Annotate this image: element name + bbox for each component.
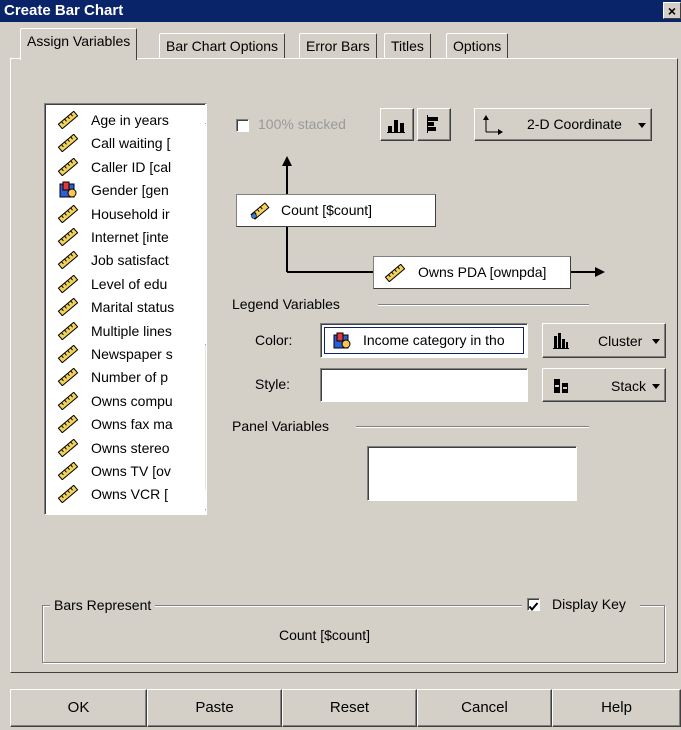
- ruler-icon: [57, 204, 79, 223]
- horizontal-bars-button[interactable]: [417, 108, 451, 141]
- vertical-bars-icon: [387, 120, 405, 133]
- display-key-label: Display Key: [552, 596, 626, 612]
- coordinate-dropdown[interactable]: 2-D Coordinate: [474, 108, 652, 141]
- ruler-icon: [57, 111, 79, 129]
- ruler-icon: [57, 391, 79, 410]
- ruler-icon: [57, 485, 79, 504]
- display-key-area: Display Key: [522, 595, 640, 615]
- ruler-icon: [57, 438, 79, 457]
- axes-icon: [483, 115, 503, 135]
- chevron-down-icon: [652, 339, 660, 344]
- checkmark-icon: [528, 602, 539, 612]
- help-button[interactable]: Help: [552, 689, 681, 727]
- chevron-down-icon: [652, 384, 660, 389]
- variable-item-label: Owns compu: [91, 392, 173, 409]
- tab-bar-chart-options[interactable]: Bar Chart Options: [159, 33, 286, 60]
- color-variable-value: Income category in tho: [363, 332, 505, 348]
- ruler-icon: [57, 368, 79, 387]
- ruler-icon: [384, 264, 406, 282]
- title-bar: Create Bar Chart ×: [0, 0, 681, 22]
- bars-represent-label: Bars Represent: [50, 597, 156, 613]
- nominal-icon: [333, 332, 351, 349]
- window-title: Create Bar Chart: [4, 2, 124, 19]
- variable-item-label: Caller ID [cal: [91, 158, 172, 175]
- variable-item-label: Owns fax ma: [91, 416, 173, 433]
- horizontal-bars-icon: [427, 115, 438, 133]
- variable-item-label: Age in years: [91, 112, 169, 128]
- y-axis-drop-zone[interactable]: Count [$count]: [236, 194, 436, 227]
- variable-list[interactable]: Age in years Call waiting [ Caller ID [cal…: [44, 103, 207, 515]
- scroll-down-button[interactable]: [205, 490, 207, 510]
- vertical-bars-button[interactable]: [380, 108, 414, 141]
- stack-dropdown[interactable]: Stack: [542, 368, 666, 402]
- variable-item-label: Gender [gen: [91, 182, 169, 199]
- scroll-thumb[interactable]: [205, 124, 206, 345]
- stack-label: Stack: [611, 378, 647, 394]
- variable-item-label: Call waiting [: [91, 135, 171, 152]
- ruler-icon: [57, 345, 79, 363]
- panel-variables-label: Panel Variables: [232, 418, 330, 434]
- variable-item-label: Owns TV [ov: [91, 463, 171, 479]
- ruler-icon: [57, 415, 79, 434]
- ruler-icon: [57, 321, 79, 340]
- ruler-icon: [57, 134, 79, 153]
- reset-button[interactable]: Reset: [282, 689, 417, 727]
- cluster-label: Cluster: [598, 333, 643, 349]
- x-axis-variable: Owns PDA [ownpda]: [418, 264, 547, 280]
- ruler-icon: [57, 462, 79, 480]
- variable-item-label: Level of edu: [91, 275, 168, 292]
- style-label: Style:: [255, 376, 291, 392]
- stacked-checkbox[interactable]: [236, 119, 249, 132]
- cluster-dropdown[interactable]: Cluster: [542, 323, 666, 358]
- scroll-up-button[interactable]: [205, 104, 207, 124]
- ruler-icon: [57, 274, 79, 293]
- tab-error-bars[interactable]: Error Bars: [299, 33, 377, 60]
- variable-item-label: Internet [inte: [91, 229, 169, 245]
- variable-item-label: Number of p: [91, 369, 169, 386]
- x-axis-drop-zone[interactable]: Owns PDA [ownpda]: [373, 256, 571, 289]
- cluster-icon: [553, 333, 569, 349]
- scroll-down-icon: [206, 491, 207, 509]
- tab-titles[interactable]: Titles: [384, 33, 431, 60]
- ruler-icon: [57, 228, 79, 246]
- cancel-button[interactable]: Cancel: [417, 689, 552, 727]
- panel-variable-field[interactable]: [367, 446, 577, 501]
- nominal-icon: [59, 181, 77, 198]
- scale-variable-icon: [250, 202, 270, 220]
- color-label: Color:: [255, 332, 293, 348]
- coordinate-label: 2-D Coordinate: [527, 116, 622, 132]
- variable-list-scrollbar[interactable]: [205, 104, 207, 512]
- panel-divider: [356, 426, 589, 428]
- y-axis-variable: Count [$count]: [281, 202, 373, 218]
- ruler-icon: [57, 157, 79, 176]
- tab-options[interactable]: Options: [446, 33, 509, 60]
- variable-item-label: Marital status: [91, 299, 175, 316]
- variable-item-label: Newspaper s: [91, 346, 173, 362]
- close-button[interactable]: ×: [663, 2, 681, 19]
- variable-item-label: Multiple lines: [91, 322, 172, 339]
- color-variable-field[interactable]: Income category in tho: [320, 323, 528, 358]
- tab-assign-variables[interactable]: Assign Variables: [20, 28, 138, 60]
- display-key-checkbox[interactable]: [527, 598, 540, 612]
- ruler-icon: [57, 298, 79, 317]
- style-variable-field[interactable]: [320, 368, 528, 402]
- chevron-down-icon: [638, 123, 646, 128]
- variable-item-label: Owns VCR [: [91, 486, 169, 503]
- stack-icon: [554, 379, 568, 393]
- paste-button[interactable]: Paste: [147, 689, 282, 727]
- variable-item-label: Household ir: [91, 205, 170, 222]
- variable-item-label: Job satisfact: [91, 252, 169, 269]
- scroll-up-icon: [206, 105, 207, 123]
- bars-represent-value: Count [$count]: [279, 627, 371, 643]
- variable-item-label: Owns stereo: [91, 439, 170, 456]
- stacked-label: 100% stacked: [258, 116, 346, 132]
- ruler-icon: [57, 251, 79, 270]
- legend-variables-label: Legend Variables: [232, 296, 340, 312]
- ok-button[interactable]: OK: [10, 689, 147, 727]
- legend-divider: [378, 304, 589, 306]
